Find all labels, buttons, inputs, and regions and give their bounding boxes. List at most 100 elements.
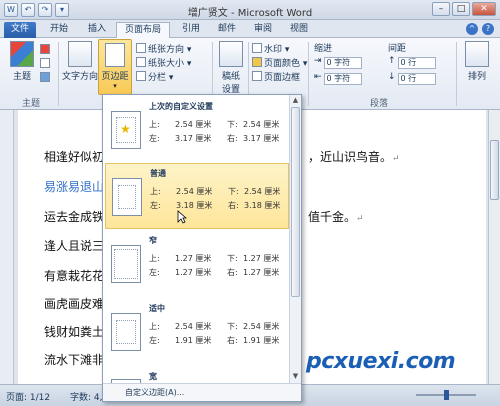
theme-group-label: 主题 bbox=[22, 99, 41, 109]
custom-margins-menu-item[interactable]: 自定义边距(A)... bbox=[103, 383, 301, 401]
themes-icon bbox=[10, 41, 34, 67]
site-watermark: pcxuexi.com bbox=[306, 349, 456, 374]
help-icon[interactable]: ? bbox=[482, 23, 494, 35]
size-icon bbox=[136, 57, 146, 67]
margin-option-last-custom[interactable]: ★ 上次的自定义设置 上: 2.54 厘米 下: 2.54 厘米 左: 3.17 厘米右… bbox=[105, 97, 289, 163]
indent-label: 缩进 bbox=[314, 44, 333, 54]
manuscript-icon bbox=[219, 41, 243, 67]
arrange-button[interactable]: 排列 bbox=[462, 41, 492, 82]
watermark-button[interactable]: 水印 ▾ bbox=[252, 42, 289, 55]
page-color-button[interactable]: 页面颜色 ▾ bbox=[252, 56, 307, 69]
indent-left-field[interactable]: ⇥ 0 字符 bbox=[314, 56, 362, 69]
margins-label: 页边距 bbox=[101, 72, 129, 82]
doc-line-right: 值千金。↵ bbox=[308, 210, 364, 224]
themes-label: 主题 bbox=[12, 72, 31, 82]
tab-view[interactable]: 视图 bbox=[282, 22, 316, 38]
narrow-margin-icon bbox=[111, 245, 141, 283]
doc-line: 运去金成铁 bbox=[44, 210, 105, 224]
margin-option-narrow[interactable]: 窄 上: 1.27 厘米 下: 1.27 厘米 左: 1.27 厘米 右: 1.27 厘米 bbox=[105, 231, 289, 297]
scroll-up-icon[interactable]: ▲ bbox=[290, 96, 301, 106]
themes-button[interactable]: 主题 bbox=[8, 41, 36, 82]
mouse-cursor-icon bbox=[177, 210, 187, 224]
theme-effects-button[interactable] bbox=[40, 72, 52, 84]
orientation-icon bbox=[136, 43, 146, 53]
option-title: 普通 bbox=[150, 169, 166, 178]
indent-left-input[interactable]: 0 字符 bbox=[323, 57, 362, 69]
option-title: 适中 bbox=[149, 304, 165, 313]
dropdown-scrollbar[interactable]: ▲ ▼ bbox=[289, 95, 301, 383]
tab-page-layout[interactable]: 页面布局 bbox=[116, 22, 170, 39]
minimize-button[interactable]: – bbox=[432, 2, 450, 16]
indent-right-field[interactable]: ⇤ 0 字符 bbox=[314, 72, 362, 85]
option-title: 窄 bbox=[149, 236, 157, 245]
normal-margin-icon bbox=[112, 178, 142, 216]
theme-colors-button[interactable] bbox=[40, 44, 52, 56]
maximize-button[interactable]: □ bbox=[452, 2, 470, 16]
tab-mailings[interactable]: 邮件 bbox=[210, 22, 244, 38]
scrollbar-thumb[interactable] bbox=[490, 140, 499, 200]
close-button[interactable]: ✕ bbox=[472, 2, 496, 16]
margin-option-wide[interactable]: 宽 bbox=[105, 367, 289, 383]
text-direction-icon bbox=[68, 41, 92, 67]
vertical-scrollbar[interactable] bbox=[488, 110, 500, 384]
arrange-icon bbox=[465, 41, 489, 67]
text-direction-button[interactable]: 文字方向 bbox=[62, 41, 98, 82]
vertical-ruler bbox=[0, 110, 14, 384]
page-indicator[interactable]: 页面: 1/12 bbox=[6, 390, 50, 403]
page-color-icon bbox=[252, 57, 262, 67]
doc-line: 易涨易退山 bbox=[44, 180, 105, 194]
ribbon-tabs: 文件 开始 插入 页面布局 引用 邮件 审阅 视图 ^ ? bbox=[0, 20, 500, 39]
minimize-ribbon-icon[interactable]: ^ bbox=[466, 23, 478, 35]
manuscript-label: 稿纸 设置 bbox=[221, 72, 240, 95]
title-bar: W ↶ ↷ ▾ 增广贤文 - Microsoft Word – □ ✕ bbox=[0, 0, 500, 20]
dropdown-scroll-thumb[interactable] bbox=[291, 107, 300, 297]
spacing-label: 间距 bbox=[388, 44, 407, 54]
spacing-after-field[interactable]: ↓ 0 行 bbox=[388, 72, 436, 85]
orientation-button[interactable]: 纸张方向 ▾ bbox=[136, 42, 191, 55]
margins-button[interactable]: 页边距 ▾ bbox=[98, 39, 132, 95]
indent-right-input[interactable]: 0 字符 bbox=[323, 73, 362, 85]
columns-icon bbox=[136, 71, 146, 81]
paragraph-group-label: 段落 bbox=[370, 99, 389, 109]
chevron-down-icon: ▾ bbox=[113, 82, 117, 90]
margins-icon bbox=[105, 43, 125, 67]
doc-line: 有意栽花花 bbox=[44, 269, 105, 283]
doc-line: 相逢好似初 bbox=[44, 150, 105, 164]
group-separator bbox=[456, 42, 457, 106]
tab-review[interactable]: 审阅 bbox=[246, 22, 280, 38]
tab-insert[interactable]: 插入 bbox=[80, 22, 114, 38]
scroll-down-icon[interactable]: ▼ bbox=[290, 372, 301, 382]
text-direction-label: 文字方向 bbox=[62, 72, 99, 82]
spacing-before-input[interactable]: 0 行 bbox=[397, 57, 436, 69]
margins-dropdown: ★ 上次的自定义设置 上: 2.54 厘米 下: 2.54 厘米 左: 3.17 厘米右… bbox=[102, 94, 302, 402]
window-controls: – □ ✕ bbox=[432, 2, 496, 16]
doc-line: 钱财如粪土 bbox=[44, 325, 105, 339]
help-area: ^ ? bbox=[466, 23, 494, 35]
page-border-button[interactable]: 页面边框 bbox=[252, 70, 300, 83]
tab-references[interactable]: 引用 bbox=[174, 22, 208, 38]
option-title: 宽 bbox=[149, 372, 157, 381]
theme-fonts-button[interactable] bbox=[40, 58, 52, 70]
doc-line: 逢人且说三 bbox=[44, 239, 105, 253]
margin-option-normal[interactable]: 普通 上: 2.54 厘米 下: 2.54 厘米 左: 3.18 厘米 右: 3.18 厘米 bbox=[105, 163, 289, 229]
size-button[interactable]: 纸张大小 ▾ bbox=[136, 56, 191, 69]
columns-button[interactable]: 分栏 ▾ bbox=[136, 70, 173, 83]
effects-icon bbox=[40, 72, 50, 82]
tab-home[interactable]: 开始 bbox=[42, 22, 76, 38]
arrange-label: 排列 bbox=[467, 72, 486, 82]
margin-option-moderate[interactable]: 适中 上: 2.54 厘米 下: 2.54 厘米 左: 1.91 厘米 右: 1.91 厘米 bbox=[105, 299, 289, 365]
fonts-icon bbox=[40, 58, 50, 68]
moderate-margin-icon bbox=[111, 313, 141, 351]
colors-icon bbox=[40, 44, 50, 54]
manuscript-settings-button[interactable]: 稿纸 设置 bbox=[216, 41, 246, 95]
last-custom-margin-icon: ★ bbox=[111, 111, 141, 149]
zoom-slider-knob[interactable] bbox=[444, 390, 449, 400]
tab-file[interactable]: 文件 bbox=[4, 22, 36, 38]
group-separator bbox=[58, 42, 59, 106]
spacing-before-field[interactable]: ↑ 0 行 bbox=[388, 56, 436, 69]
page-border-icon bbox=[252, 71, 262, 81]
doc-line: 流水下滩非 bbox=[44, 353, 105, 367]
option-title: 上次的自定义设置 bbox=[149, 102, 213, 111]
window-title: 增广贤文 - Microsoft Word bbox=[187, 8, 313, 19]
spacing-after-input[interactable]: 0 行 bbox=[397, 73, 436, 85]
